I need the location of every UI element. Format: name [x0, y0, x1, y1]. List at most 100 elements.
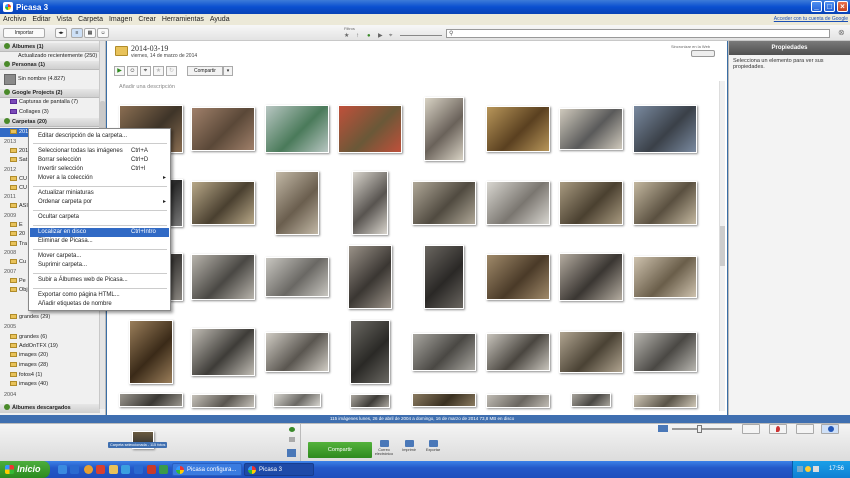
- google-signin-link[interactable]: Acceder con tu cuenta de Google: [774, 16, 848, 22]
- library-view-button[interactable]: ◂▸: [55, 28, 67, 38]
- maximize-button[interactable]: □: [824, 1, 835, 12]
- folder-item[interactable]: grandes (6): [0, 333, 100, 342]
- album-updated[interactable]: Actualizado recientemente (250): [0, 52, 100, 61]
- quicklaunch-ie-icon[interactable]: [70, 465, 79, 474]
- photo-thumbnail[interactable]: [633, 105, 697, 153]
- clear-tray-icon[interactable]: [289, 437, 295, 442]
- photo-thumbnail[interactable]: [265, 105, 329, 153]
- close-button[interactable]: ×: [837, 1, 848, 12]
- people-header[interactable]: Personas (1): [0, 61, 100, 70]
- photo-thumbnail[interactable]: [191, 181, 255, 225]
- photo-thumbnail[interactable]: [559, 253, 623, 301]
- photo-thumbnail[interactable]: [119, 393, 183, 407]
- photo-thumbnail[interactable]: [559, 181, 623, 225]
- photo-thumbnail[interactable]: [265, 257, 329, 297]
- photo-thumbnail[interactable]: [352, 171, 388, 235]
- photo-thumbnail[interactable]: [348, 245, 392, 309]
- photo-thumbnail[interactable]: [633, 394, 697, 408]
- menu-imagen[interactable]: Imagen: [106, 16, 135, 23]
- upload-filter-icon[interactable]: ↑: [356, 33, 362, 39]
- thumb-view-button[interactable]: ▦: [84, 28, 96, 38]
- folder-item[interactable]: images (20): [0, 351, 100, 360]
- folder-item[interactable]: AddOnTFX (19): [0, 342, 100, 351]
- video-filter-icon[interactable]: ▶: [378, 33, 384, 39]
- menu-ayuda[interactable]: Ayuda: [207, 16, 233, 23]
- menu-select-all[interactable]: Seleccionar todas las imágenes Ctrl+A: [30, 147, 169, 156]
- menu-sort-folder[interactable]: Ordenar carpeta por: [30, 198, 169, 207]
- photo-thumbnail[interactable]: [191, 394, 255, 408]
- photo-thumbnail[interactable]: [559, 331, 623, 373]
- photo-thumbnail[interactable]: [571, 393, 611, 407]
- menu-edit-description[interactable]: Editar descripción de la carpeta...: [30, 132, 169, 141]
- geotag-filter-icon[interactable]: ⌖: [389, 33, 395, 39]
- menu-vista[interactable]: Vista: [54, 16, 75, 23]
- photo-thumbnail[interactable]: [486, 333, 550, 371]
- clear-search-icon[interactable]: ⊗: [838, 28, 845, 37]
- project-captures[interactable]: Capturas de pantalla (7): [0, 98, 100, 107]
- quicklaunch-media-icon[interactable]: [121, 465, 130, 474]
- photo-thumbnail[interactable]: [633, 256, 697, 298]
- quicklaunch-word-icon[interactable]: [134, 465, 143, 474]
- menu-update-thumbnails[interactable]: Actualizar miniaturas: [30, 189, 169, 198]
- photo-thumbnail[interactable]: [191, 328, 255, 376]
- share-dropdown-button[interactable]: ▾: [223, 66, 233, 76]
- star-filter-icon[interactable]: ★: [344, 33, 350, 39]
- photo-thumbnail[interactable]: [129, 320, 173, 384]
- menu-add-name-tags[interactable]: Añadir etiquetas de nombre: [30, 300, 169, 309]
- folder-item[interactable]: fotos4 (1): [0, 371, 100, 380]
- quicklaunch-pdf-icon[interactable]: [147, 465, 156, 474]
- photo-thumbnail[interactable]: [486, 181, 550, 225]
- photo-thumbnail[interactable]: [191, 254, 255, 300]
- geotag-button[interactable]: ⌖: [140, 66, 151, 76]
- folder-title[interactable]: 2014-03-19: [131, 44, 168, 53]
- photo-thumbnail[interactable]: [559, 108, 623, 150]
- menu-remove-from-picasa[interactable]: Eliminar de Picasa...: [30, 237, 169, 246]
- menu-upload-web-albums[interactable]: Subir a Álbumes web de Picasa...: [30, 276, 169, 285]
- add-description[interactable]: Añadir una descripción: [119, 84, 175, 90]
- play-slideshow-button[interactable]: ▶: [114, 66, 125, 76]
- star-button[interactable]: ★: [153, 66, 164, 76]
- menu-delete-folder[interactable]: Suprimir carpeta...: [30, 261, 169, 270]
- menu-crear[interactable]: Crear: [135, 16, 159, 23]
- photo-thumbnail[interactable]: [273, 393, 321, 407]
- start-button[interactable]: Inicio: [0, 461, 50, 478]
- photo-thumbnail[interactable]: [412, 181, 476, 225]
- downloaded-albums-header[interactable]: Álbumes descargados: [0, 404, 100, 413]
- quicklaunch-folder-icon[interactable]: [109, 465, 118, 474]
- date-filter-slider[interactable]: [400, 35, 442, 36]
- minimize-button[interactable]: _: [811, 1, 822, 12]
- menu-hide-folder[interactable]: Ocultar carpeta: [30, 213, 169, 222]
- photo-thumbnail[interactable]: [350, 320, 390, 384]
- menu-locate-on-disk[interactable]: Localizar en disco Ctrl+Intro: [30, 228, 169, 237]
- photo-thumbnail[interactable]: [486, 254, 550, 300]
- menu-archivo[interactable]: Archivo: [0, 16, 29, 23]
- photo-thumbnail[interactable]: [424, 245, 464, 309]
- menu-editar[interactable]: Editar: [29, 16, 53, 23]
- print-button[interactable]: Imprimir: [397, 440, 421, 460]
- photo-thumbnail[interactable]: [350, 394, 390, 408]
- scroll-thumb[interactable]: [720, 226, 725, 266]
- people-unnamed[interactable]: Sin nombre (4.827): [0, 73, 100, 86]
- import-button[interactable]: Importar: [3, 28, 45, 38]
- menu-clear-selection[interactable]: Borrar selección Ctrl+D: [30, 156, 169, 165]
- quicklaunch-app-icon[interactable]: [96, 465, 105, 474]
- people-tray-icon[interactable]: [742, 424, 760, 434]
- photo-thumbnail[interactable]: [191, 107, 255, 151]
- zoom-slider[interactable]: [672, 425, 732, 433]
- tray-share-button[interactable]: Compartir: [308, 442, 372, 458]
- taskbar-item-picasa-config[interactable]: Picasa configura...: [172, 463, 242, 476]
- share-folder-button[interactable]: Compartir: [187, 66, 223, 76]
- photo-thumbnail[interactable]: [338, 105, 402, 153]
- photo-thumbnail[interactable]: [486, 394, 550, 408]
- albums-header[interactable]: Álbumes (1): [0, 43, 100, 52]
- export-button[interactable]: Exportar: [421, 440, 445, 460]
- projects-header[interactable]: Google Projects (2): [0, 89, 100, 98]
- menu-carpeta[interactable]: Carpeta: [75, 16, 106, 23]
- people-filter-icon[interactable]: ●: [367, 33, 373, 39]
- list-view-button[interactable]: ≡: [71, 28, 83, 38]
- tag-icon[interactable]: [287, 449, 296, 457]
- photo-thumbnail[interactable]: [275, 171, 319, 235]
- info-tray-icon[interactable]: [821, 424, 839, 434]
- main-scrollbar[interactable]: [719, 81, 725, 411]
- photo-thumbnail[interactable]: [633, 332, 697, 372]
